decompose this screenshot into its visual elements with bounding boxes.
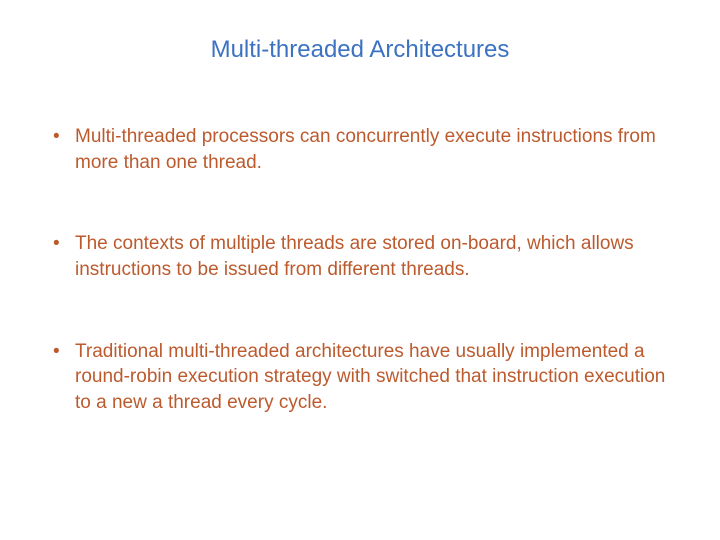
bullet-item: Traditional multi-threaded architectures…	[45, 339, 680, 416]
bullet-item: Multi-threaded processors can concurrent…	[45, 124, 680, 175]
bullet-item: The contexts of multiple threads are sto…	[45, 231, 680, 282]
slide-container: Multi-threaded Architectures Multi-threa…	[0, 0, 720, 540]
bullet-list: Multi-threaded processors can concurrent…	[40, 124, 680, 415]
slide-title: Multi-threaded Architectures	[40, 36, 680, 64]
